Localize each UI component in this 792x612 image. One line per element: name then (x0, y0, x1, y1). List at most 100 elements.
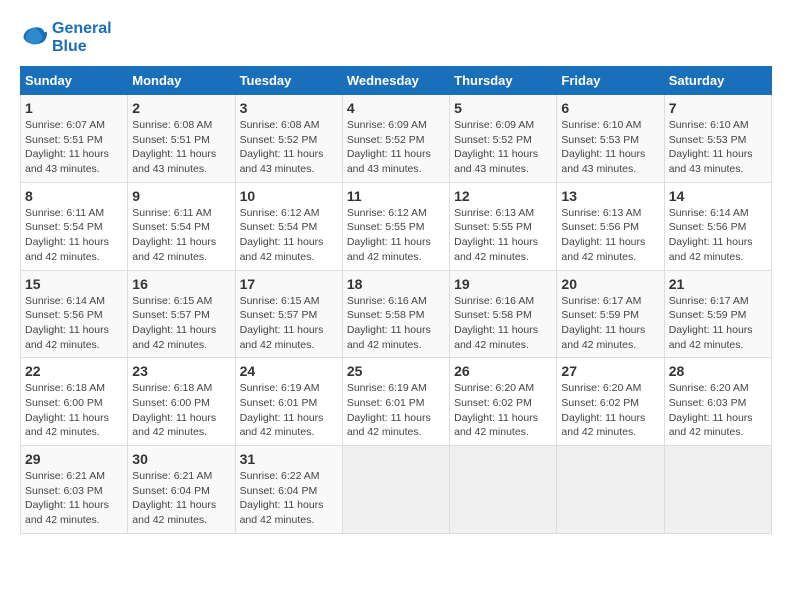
weekday-header-tuesday: Tuesday (235, 67, 342, 95)
day-info: Sunrise: 6:20 AM Sunset: 6:02 PM Dayligh… (561, 381, 659, 440)
day-info: Sunrise: 6:21 AM Sunset: 6:03 PM Dayligh… (25, 469, 123, 528)
calendar-cell: 31 Sunrise: 6:22 AM Sunset: 6:04 PM Dayl… (235, 446, 342, 534)
day-number: 5 (454, 100, 552, 116)
day-number: 31 (240, 451, 338, 467)
day-info: Sunrise: 6:08 AM Sunset: 5:51 PM Dayligh… (132, 118, 230, 177)
calendar-cell (664, 446, 771, 534)
day-number: 3 (240, 100, 338, 116)
calendar-cell: 21 Sunrise: 6:17 AM Sunset: 5:59 PM Dayl… (664, 270, 771, 358)
day-info: Sunrise: 6:10 AM Sunset: 5:53 PM Dayligh… (669, 118, 767, 177)
day-number: 12 (454, 188, 552, 204)
day-number: 26 (454, 363, 552, 379)
logo-icon (20, 24, 48, 52)
day-info: Sunrise: 6:14 AM Sunset: 5:56 PM Dayligh… (25, 294, 123, 353)
day-number: 2 (132, 100, 230, 116)
day-info: Sunrise: 6:11 AM Sunset: 5:54 PM Dayligh… (132, 206, 230, 265)
calendar-cell: 30 Sunrise: 6:21 AM Sunset: 6:04 PM Dayl… (128, 446, 235, 534)
calendar-table: SundayMondayTuesdayWednesdayThursdayFrid… (20, 66, 772, 534)
day-number: 25 (347, 363, 445, 379)
day-number: 13 (561, 188, 659, 204)
weekday-header-saturday: Saturday (664, 67, 771, 95)
calendar-cell (450, 446, 557, 534)
calendar-cell: 12 Sunrise: 6:13 AM Sunset: 5:55 PM Dayl… (450, 182, 557, 270)
day-number: 27 (561, 363, 659, 379)
day-info: Sunrise: 6:15 AM Sunset: 5:57 PM Dayligh… (240, 294, 338, 353)
day-number: 7 (669, 100, 767, 116)
calendar-week-row: 15 Sunrise: 6:14 AM Sunset: 5:56 PM Dayl… (21, 270, 772, 358)
day-number: 18 (347, 276, 445, 292)
calendar-week-row: 8 Sunrise: 6:11 AM Sunset: 5:54 PM Dayli… (21, 182, 772, 270)
calendar-cell: 24 Sunrise: 6:19 AM Sunset: 6:01 PM Dayl… (235, 358, 342, 446)
weekday-header-thursday: Thursday (450, 67, 557, 95)
calendar-cell: 19 Sunrise: 6:16 AM Sunset: 5:58 PM Dayl… (450, 270, 557, 358)
weekday-header-wednesday: Wednesday (342, 67, 449, 95)
day-number: 30 (132, 451, 230, 467)
calendar-cell: 15 Sunrise: 6:14 AM Sunset: 5:56 PM Dayl… (21, 270, 128, 358)
calendar-cell: 20 Sunrise: 6:17 AM Sunset: 5:59 PM Dayl… (557, 270, 664, 358)
calendar-cell: 6 Sunrise: 6:10 AM Sunset: 5:53 PM Dayli… (557, 95, 664, 183)
day-info: Sunrise: 6:21 AM Sunset: 6:04 PM Dayligh… (132, 469, 230, 528)
day-number: 6 (561, 100, 659, 116)
day-number: 28 (669, 363, 767, 379)
day-number: 15 (25, 276, 123, 292)
day-info: Sunrise: 6:09 AM Sunset: 5:52 PM Dayligh… (454, 118, 552, 177)
calendar-cell: 28 Sunrise: 6:20 AM Sunset: 6:03 PM Dayl… (664, 358, 771, 446)
day-info: Sunrise: 6:20 AM Sunset: 6:03 PM Dayligh… (669, 381, 767, 440)
day-number: 20 (561, 276, 659, 292)
day-number: 10 (240, 188, 338, 204)
weekday-header-monday: Monday (128, 67, 235, 95)
day-number: 8 (25, 188, 123, 204)
day-info: Sunrise: 6:07 AM Sunset: 5:51 PM Dayligh… (25, 118, 123, 177)
day-number: 29 (25, 451, 123, 467)
day-number: 19 (454, 276, 552, 292)
day-info: Sunrise: 6:09 AM Sunset: 5:52 PM Dayligh… (347, 118, 445, 177)
calendar-cell: 14 Sunrise: 6:14 AM Sunset: 5:56 PM Dayl… (664, 182, 771, 270)
calendar-week-row: 22 Sunrise: 6:18 AM Sunset: 6:00 PM Dayl… (21, 358, 772, 446)
day-info: Sunrise: 6:12 AM Sunset: 5:55 PM Dayligh… (347, 206, 445, 265)
day-info: Sunrise: 6:17 AM Sunset: 5:59 PM Dayligh… (669, 294, 767, 353)
logo-text: General Blue (52, 20, 112, 56)
logo: General Blue (20, 20, 112, 56)
day-info: Sunrise: 6:13 AM Sunset: 5:56 PM Dayligh… (561, 206, 659, 265)
calendar-cell: 2 Sunrise: 6:08 AM Sunset: 5:51 PM Dayli… (128, 95, 235, 183)
calendar-cell: 1 Sunrise: 6:07 AM Sunset: 5:51 PM Dayli… (21, 95, 128, 183)
weekday-header-friday: Friday (557, 67, 664, 95)
calendar-cell (342, 446, 449, 534)
day-info: Sunrise: 6:19 AM Sunset: 6:01 PM Dayligh… (347, 381, 445, 440)
calendar-cell: 23 Sunrise: 6:18 AM Sunset: 6:00 PM Dayl… (128, 358, 235, 446)
day-number: 9 (132, 188, 230, 204)
day-info: Sunrise: 6:20 AM Sunset: 6:02 PM Dayligh… (454, 381, 552, 440)
day-info: Sunrise: 6:15 AM Sunset: 5:57 PM Dayligh… (132, 294, 230, 353)
day-number: 23 (132, 363, 230, 379)
day-info: Sunrise: 6:13 AM Sunset: 5:55 PM Dayligh… (454, 206, 552, 265)
calendar-cell: 5 Sunrise: 6:09 AM Sunset: 5:52 PM Dayli… (450, 95, 557, 183)
day-number: 17 (240, 276, 338, 292)
calendar-cell: 29 Sunrise: 6:21 AM Sunset: 6:03 PM Dayl… (21, 446, 128, 534)
calendar-cell (557, 446, 664, 534)
calendar-cell: 18 Sunrise: 6:16 AM Sunset: 5:58 PM Dayl… (342, 270, 449, 358)
day-number: 1 (25, 100, 123, 116)
day-number: 11 (347, 188, 445, 204)
day-info: Sunrise: 6:16 AM Sunset: 5:58 PM Dayligh… (347, 294, 445, 353)
day-number: 14 (669, 188, 767, 204)
day-info: Sunrise: 6:12 AM Sunset: 5:54 PM Dayligh… (240, 206, 338, 265)
day-info: Sunrise: 6:10 AM Sunset: 5:53 PM Dayligh… (561, 118, 659, 177)
day-info: Sunrise: 6:18 AM Sunset: 6:00 PM Dayligh… (25, 381, 123, 440)
day-info: Sunrise: 6:08 AM Sunset: 5:52 PM Dayligh… (240, 118, 338, 177)
day-info: Sunrise: 6:11 AM Sunset: 5:54 PM Dayligh… (25, 206, 123, 265)
day-info: Sunrise: 6:18 AM Sunset: 6:00 PM Dayligh… (132, 381, 230, 440)
calendar-cell: 10 Sunrise: 6:12 AM Sunset: 5:54 PM Dayl… (235, 182, 342, 270)
weekday-header-row: SundayMondayTuesdayWednesdayThursdayFrid… (21, 67, 772, 95)
calendar-cell: 25 Sunrise: 6:19 AM Sunset: 6:01 PM Dayl… (342, 358, 449, 446)
day-number: 4 (347, 100, 445, 116)
day-info: Sunrise: 6:16 AM Sunset: 5:58 PM Dayligh… (454, 294, 552, 353)
day-info: Sunrise: 6:14 AM Sunset: 5:56 PM Dayligh… (669, 206, 767, 265)
calendar-cell: 16 Sunrise: 6:15 AM Sunset: 5:57 PM Dayl… (128, 270, 235, 358)
calendar-cell: 4 Sunrise: 6:09 AM Sunset: 5:52 PM Dayli… (342, 95, 449, 183)
day-info: Sunrise: 6:19 AM Sunset: 6:01 PM Dayligh… (240, 381, 338, 440)
calendar-cell: 7 Sunrise: 6:10 AM Sunset: 5:53 PM Dayli… (664, 95, 771, 183)
calendar-cell: 26 Sunrise: 6:20 AM Sunset: 6:02 PM Dayl… (450, 358, 557, 446)
calendar-week-row: 29 Sunrise: 6:21 AM Sunset: 6:03 PM Dayl… (21, 446, 772, 534)
calendar-cell: 9 Sunrise: 6:11 AM Sunset: 5:54 PM Dayli… (128, 182, 235, 270)
page-header: General Blue (20, 20, 772, 56)
